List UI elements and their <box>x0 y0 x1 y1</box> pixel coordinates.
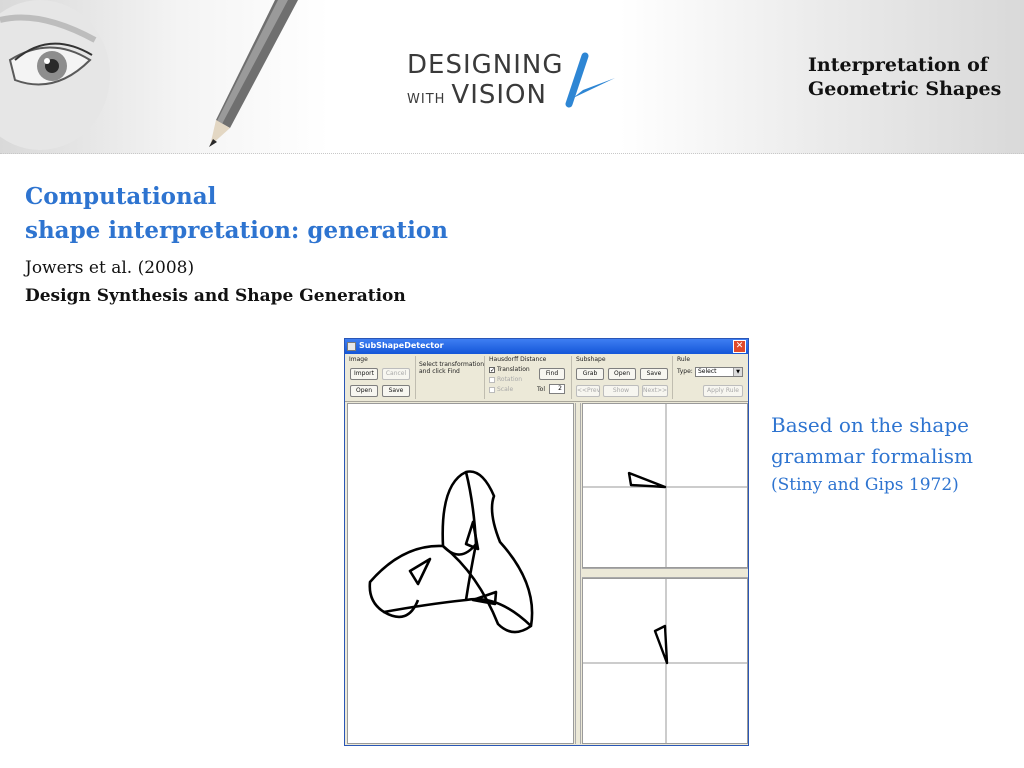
subshape-open-button[interactable]: Open <box>608 368 636 380</box>
image-group-label: Image <box>349 356 368 363</box>
rule-type-value: Select <box>698 368 717 375</box>
header-banner: DESIGNING WITH VISION Interpretation of G… <box>0 0 1024 154</box>
subshape-detector-window: SubShapeDetector ✕ Image Import Cancel O… <box>344 338 749 746</box>
header-title-line2: Geometric Shapes <box>808 78 1002 100</box>
main-shape-canvas[interactable] <box>347 403 574 744</box>
app-icon <box>347 342 356 351</box>
image-group: Image Import Cancel Open Save <box>345 356 416 399</box>
transform-group: Select transformation and click Find <box>416 356 485 399</box>
reference-author: Jowers et al. (2008) <box>25 258 195 278</box>
scale-label: Scale <box>497 386 514 393</box>
rotation-label: Rotation <box>497 376 523 383</box>
import-button[interactable]: Import <box>350 368 378 380</box>
window-title: SubShapeDetector <box>359 341 444 350</box>
window-titlebar[interactable]: SubShapeDetector ✕ <box>345 339 748 354</box>
slide-heading-line1: Computational <box>25 183 217 210</box>
subshape-panel-2[interactable] <box>582 578 748 744</box>
rotation-checkbox[interactable] <box>489 377 495 383</box>
rule-type-label: Type: <box>677 368 693 375</box>
translation-label: Translation <box>497 366 530 373</box>
show-button[interactable]: Show <box>603 385 639 397</box>
subshape-group-label: Subshape <box>576 356 606 363</box>
grab-button[interactable]: Grab <box>576 368 604 380</box>
logo-line2: WITH VISION <box>407 80 547 110</box>
header-title-line1: Interpretation of <box>808 54 988 76</box>
note-citation: (Stiny and Gips 1972) <box>771 475 959 495</box>
find-button[interactable]: Find <box>539 368 565 380</box>
eye-illustration <box>0 0 110 150</box>
rule-type-select[interactable]: Select ▼ <box>695 367 743 377</box>
hausdorff-group-label: Hausdorff Distance <box>489 356 547 363</box>
side-note: Based on the shape grammar formalism (St… <box>771 410 1021 498</box>
subshape-1-drawing <box>583 404 747 567</box>
rule-group-label: Rule <box>677 356 691 363</box>
close-button[interactable]: ✕ <box>733 340 746 353</box>
translation-checkbox[interactable]: ✓ <box>489 367 495 374</box>
subshape-panel-1[interactable] <box>582 403 748 568</box>
transform-hint-line2: and click Find <box>419 368 460 375</box>
slide-heading: Computational shape interpretation: gene… <box>25 180 448 248</box>
subshape-group: Subshape Grab Open Save <<Prev Show Next… <box>572 356 673 399</box>
header-divider <box>0 153 1024 155</box>
horizontal-splitter[interactable] <box>582 568 748 578</box>
note-line2: grammar formalism <box>771 444 973 468</box>
pencil-illustration <box>209 0 298 147</box>
designing-with-vision-logo: DESIGNING WITH VISION <box>405 50 620 110</box>
hausdorff-group: Hausdorff Distance ✓ Translation Rotatio… <box>485 356 572 399</box>
next-button[interactable]: Next>> <box>642 385 668 397</box>
logo-vision-text: VISION <box>451 80 547 110</box>
vertical-splitter[interactable] <box>575 403 581 744</box>
reference-title: Design Synthesis and Shape Generation <box>25 286 406 306</box>
cancel-button[interactable]: Cancel <box>382 368 410 380</box>
transform-hint-line1: Select transformation <box>419 361 485 368</box>
tol-label: Tol <box>537 386 545 393</box>
chevron-down-icon: ▼ <box>733 368 742 376</box>
header-title: Interpretation of Geometric Shapes <box>808 53 1018 101</box>
close-icon: ✕ <box>735 341 744 351</box>
logo-mark-icon <box>565 52 615 108</box>
logo-designing-text: DESIGNING <box>407 50 564 80</box>
image-open-button[interactable]: Open <box>350 385 378 397</box>
toolbar: Image Import Cancel Open Save Select tra… <box>345 354 748 402</box>
subshape-save-button[interactable]: Save <box>640 368 668 380</box>
subshape-2-drawing <box>583 579 747 743</box>
prev-button[interactable]: <<Prev <box>576 385 600 397</box>
rule-group: Rule Type: Select ▼ Apply Rule <box>673 356 747 399</box>
apply-rule-button[interactable]: Apply Rule <box>703 385 743 397</box>
logo-with-text: WITH <box>407 92 446 107</box>
trefoil-shape <box>368 470 534 634</box>
image-save-button[interactable]: Save <box>382 385 410 397</box>
scale-checkbox[interactable] <box>489 387 495 393</box>
note-line1: Based on the shape <box>771 413 969 437</box>
slide-heading-line2: shape interpretation: generation <box>25 217 448 244</box>
tol-input[interactable]: 2 <box>549 384 565 394</box>
